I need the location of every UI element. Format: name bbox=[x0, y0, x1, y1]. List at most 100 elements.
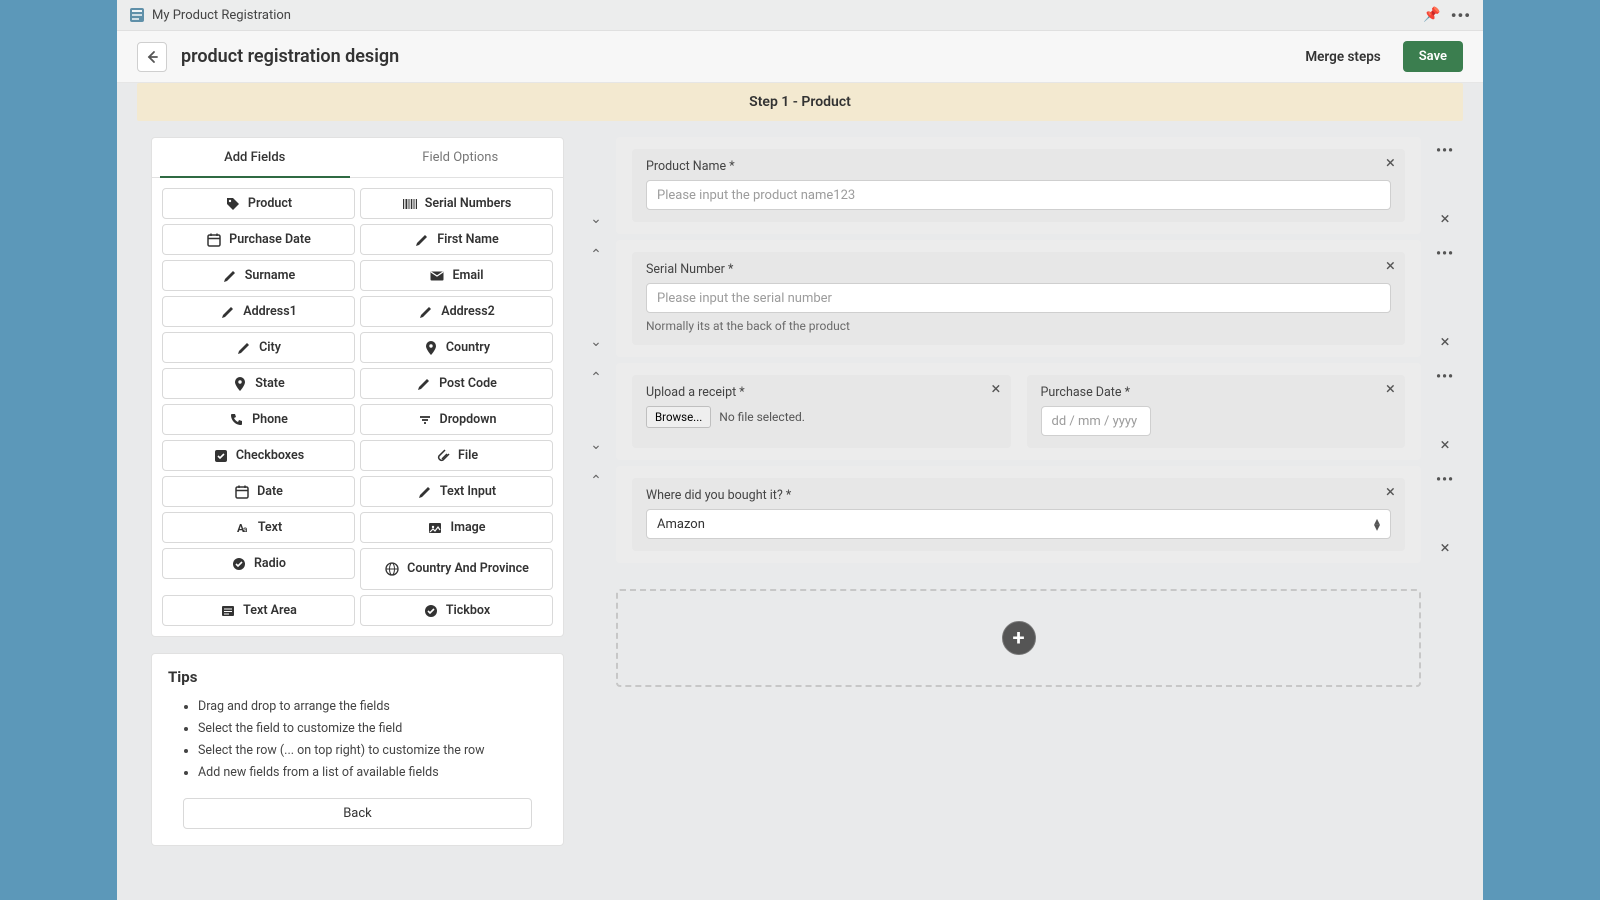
palette-radio[interactable]: Radio bbox=[162, 548, 355, 579]
palette-date[interactable]: Date bbox=[162, 476, 355, 507]
helper-text: Normally its at the back of the product bbox=[646, 319, 1391, 333]
move-up-icon[interactable]: ⌃ bbox=[590, 371, 602, 385]
browse-button[interactable]: Browse... bbox=[646, 406, 711, 428]
row-container[interactable]: ×Serial Number * Normally its at the back… bbox=[616, 240, 1421, 357]
palette-label: First Name bbox=[437, 232, 499, 247]
palette-email[interactable]: Email bbox=[360, 260, 553, 291]
remove-row-icon[interactable]: × bbox=[1440, 437, 1449, 454]
remove-field-icon[interactable]: × bbox=[1386, 484, 1395, 501]
text-input[interactable] bbox=[646, 283, 1391, 313]
tips-list: Drag and drop to arrange the fieldsSelec… bbox=[168, 696, 547, 784]
row-reorder: ⌃⌄ bbox=[586, 240, 606, 357]
palette-tickbox[interactable]: Tickbox bbox=[360, 595, 553, 626]
select-input[interactable]: Amazon▴▾ bbox=[646, 509, 1391, 539]
palette-label: Address2 bbox=[441, 304, 495, 319]
palette-city[interactable]: City bbox=[162, 332, 355, 363]
palette-country-and-province[interactable]: Country And Province bbox=[360, 548, 553, 590]
date-input[interactable] bbox=[1041, 406, 1151, 436]
save-button[interactable]: Save bbox=[1403, 41, 1463, 72]
palette-label: Country bbox=[446, 340, 490, 355]
remove-row-icon[interactable]: × bbox=[1440, 540, 1449, 557]
add-row-button[interactable]: + bbox=[1002, 621, 1036, 655]
palette-serial-numbers[interactable]: Serial Numbers bbox=[360, 188, 553, 219]
field-card[interactable]: ×Purchase Date * bbox=[1027, 375, 1406, 448]
row-container[interactable]: ×Upload a receipt *Browse...No file sele… bbox=[616, 363, 1421, 460]
palette-checkboxes[interactable]: Checkboxes bbox=[162, 440, 355, 471]
tick-icon bbox=[423, 603, 439, 619]
palette-surname[interactable]: Surname bbox=[162, 260, 355, 291]
field-label: Serial Number * bbox=[646, 262, 1391, 277]
move-down-icon[interactable]: ⌄ bbox=[590, 335, 602, 349]
move-down-icon[interactable]: ⌄ bbox=[590, 438, 602, 452]
tab-field-options[interactable]: Field Options bbox=[358, 138, 564, 177]
palette-label: Phone bbox=[252, 412, 288, 427]
pencil-icon bbox=[416, 376, 432, 392]
palette-label: Post Code bbox=[439, 376, 497, 391]
row-controls: ••• × bbox=[1431, 240, 1459, 357]
move-up-icon[interactable]: ⌃ bbox=[590, 474, 602, 488]
back-button[interactable] bbox=[137, 42, 167, 72]
row-reorder: ⌃⌄ bbox=[586, 137, 606, 234]
palette-country[interactable]: Country bbox=[360, 332, 553, 363]
row-menu-icon[interactable]: ••• bbox=[1436, 472, 1454, 488]
row-menu-icon[interactable]: ••• bbox=[1436, 246, 1454, 262]
palette-label: Radio bbox=[254, 556, 286, 571]
remove-row-icon[interactable]: × bbox=[1440, 334, 1449, 351]
field-card[interactable]: ×Serial Number * Normally its at the back… bbox=[632, 252, 1405, 345]
palette-file[interactable]: File bbox=[360, 440, 553, 471]
palette-address2[interactable]: Address2 bbox=[360, 296, 553, 327]
row-controls: ••• × bbox=[1431, 137, 1459, 234]
field-card[interactable]: ×Product Name * bbox=[632, 149, 1405, 222]
tab-add-fields[interactable]: Add Fields bbox=[152, 138, 358, 177]
pencil-icon bbox=[418, 304, 434, 320]
move-up-icon[interactable]: ⌃ bbox=[590, 248, 602, 262]
add-row-dropzone[interactable]: + bbox=[616, 589, 1421, 687]
checkbox-icon bbox=[213, 448, 229, 464]
tip-item: Add new fields from a list of available … bbox=[198, 762, 547, 784]
pin-icon[interactable]: 📌 bbox=[1423, 7, 1440, 23]
tip-item: Select the field to customize the field bbox=[198, 718, 547, 740]
select-value: Amazon bbox=[657, 517, 705, 532]
row-container[interactable]: ×Product Name * bbox=[616, 137, 1421, 234]
row-menu-icon[interactable]: ••• bbox=[1436, 143, 1454, 159]
palette-phone[interactable]: Phone bbox=[162, 404, 355, 435]
palette-state[interactable]: State bbox=[162, 368, 355, 399]
merge-steps-button[interactable]: Merge steps bbox=[1305, 49, 1380, 65]
remove-row-icon[interactable]: × bbox=[1440, 211, 1449, 228]
palette-text[interactable]: AaText bbox=[162, 512, 355, 543]
remove-field-icon[interactable]: × bbox=[1386, 381, 1395, 398]
app-icon bbox=[129, 7, 145, 23]
titlebar-menu[interactable]: ••• bbox=[1451, 6, 1471, 25]
remove-field-icon[interactable]: × bbox=[1386, 258, 1395, 275]
remove-field-icon[interactable]: × bbox=[1386, 155, 1395, 172]
radio-icon bbox=[231, 556, 247, 572]
palette-post-code[interactable]: Post Code bbox=[360, 368, 553, 399]
remove-field-icon[interactable]: × bbox=[991, 381, 1000, 398]
text-input[interactable] bbox=[646, 180, 1391, 210]
svg-text:a: a bbox=[243, 525, 247, 534]
palette-text-area[interactable]: Text Area bbox=[162, 595, 355, 626]
pin-icon bbox=[423, 340, 439, 356]
palette-first-name[interactable]: First Name bbox=[360, 224, 553, 255]
page-header: product registration design Merge steps … bbox=[117, 31, 1483, 83]
row-menu-icon[interactable]: ••• bbox=[1436, 369, 1454, 385]
palette-label: Purchase Date bbox=[229, 232, 311, 247]
palette-label: File bbox=[458, 448, 478, 463]
palette-image[interactable]: Image bbox=[360, 512, 553, 543]
palette-product[interactable]: Product bbox=[162, 188, 355, 219]
palette-label: Text Input bbox=[440, 484, 496, 499]
tips-back-button[interactable]: Back bbox=[183, 798, 532, 829]
palette-dropdown[interactable]: Dropdown bbox=[360, 404, 553, 435]
palette-purchase-date[interactable]: Purchase Date bbox=[162, 224, 355, 255]
tips-panel: Tips Drag and drop to arrange the fields… bbox=[151, 653, 564, 846]
step-banner: Step 1 - Product bbox=[137, 83, 1463, 121]
field-label: Where did you bought it? * bbox=[646, 488, 1391, 503]
palette-address1[interactable]: Address1 bbox=[162, 296, 355, 327]
palette-text-input[interactable]: Text Input bbox=[360, 476, 553, 507]
app-frame: My Product Registration 📌 ••• product re… bbox=[117, 0, 1483, 900]
row-container[interactable]: ×Where did you bought it? * Amazon▴▾ bbox=[616, 466, 1421, 563]
field-card[interactable]: ×Upload a receipt *Browse...No file sele… bbox=[632, 375, 1011, 448]
field-card[interactable]: ×Where did you bought it? * Amazon▴▾ bbox=[632, 478, 1405, 551]
field-grid: ProductSerial Numbers Purchase Date First … bbox=[152, 178, 563, 636]
move-down-icon[interactable]: ⌄ bbox=[590, 212, 602, 226]
